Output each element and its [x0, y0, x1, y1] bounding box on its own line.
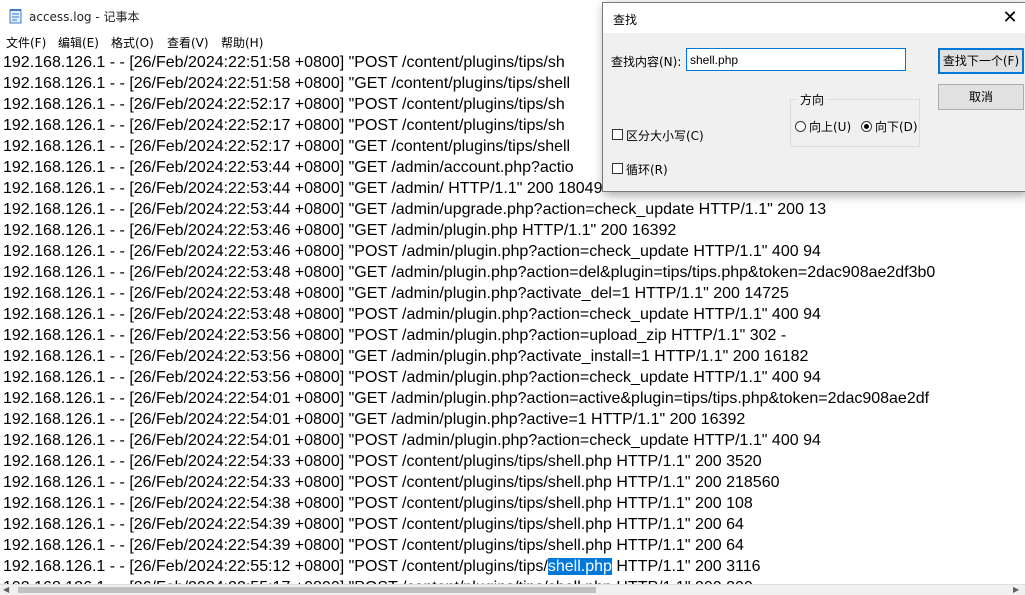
- find-dialog: 查找 ✕ 查找内容(N): 查找下一个(F) 取消 方向 向上(U) 向下(D)…: [602, 2, 1025, 192]
- direction-down-radio[interactable]: [861, 121, 872, 132]
- log-line: 192.168.126.1 - - [26/Feb/2024:22:53:56 …: [3, 327, 787, 344]
- log-line: 192.168.126.1 - - [26/Feb/2024:22:53:46 …: [3, 243, 821, 260]
- menu-format[interactable]: 格式(O): [111, 34, 154, 51]
- menu-file[interactable]: 文件(F): [6, 34, 46, 51]
- log-line: 192.168.126.1 - - [26/Feb/2024:22:53:48 …: [3, 264, 936, 281]
- find-what-label: 查找内容(N):: [611, 55, 682, 69]
- log-line: 192.168.126.1 - - [26/Feb/2024:22:54:01 …: [3, 390, 930, 407]
- wrap-around-checkbox[interactable]: [612, 163, 623, 174]
- menu-edit[interactable]: 编辑(E): [58, 34, 99, 51]
- cancel-button[interactable]: 取消: [938, 84, 1024, 110]
- window-title: access.log - 记事本: [29, 10, 140, 24]
- selected-text: shell.php: [547, 558, 612, 575]
- log-line: 192.168.126.1 - - [26/Feb/2024:22:54:33 …: [3, 453, 762, 470]
- match-case-checkbox[interactable]: [612, 129, 623, 140]
- log-line: 192.168.126.1 - - [26/Feb/2024:22:54:01 …: [3, 411, 746, 428]
- direction-down-label[interactable]: 向下(D): [875, 118, 918, 135]
- log-line: 192.168.126.1 - - [26/Feb/2024:22:53:56 …: [3, 369, 821, 386]
- scrollbar-thumb[interactable]: [18, 587, 596, 593]
- dialog-titlebar[interactable]: 查找 ✕: [603, 3, 1025, 33]
- wrap-around-label[interactable]: 循环(R): [626, 161, 668, 178]
- direction-label: 方向: [797, 91, 828, 108]
- log-line: 192.168.126.1 - - [26/Feb/2024:22:53:56 …: [3, 348, 809, 365]
- horizontal-scrollbar[interactable]: ◀ ▶: [0, 584, 1025, 595]
- match-case-label[interactable]: 区分大小写(C): [626, 127, 704, 144]
- log-line: 192.168.126.1 - - [26/Feb/2024:22:53:48 …: [3, 285, 789, 302]
- find-next-button[interactable]: 查找下一个(F): [938, 48, 1024, 74]
- log-line: 192.168.126.1 - - [26/Feb/2024:22:54:39 …: [3, 516, 744, 533]
- direction-up-radio[interactable]: [795, 121, 806, 132]
- log-line: 192.168.126.1 - - [26/Feb/2024:22:53:46 …: [3, 222, 677, 239]
- log-line: 192.168.126.1 - - [26/Feb/2024:22:54:38 …: [3, 495, 753, 512]
- log-line: 192.168.126.1 - - [26/Feb/2024:22:53:44 …: [3, 201, 827, 218]
- direction-group: 方向 向上(U) 向下(D): [790, 91, 920, 147]
- menu-view[interactable]: 查看(V): [167, 34, 209, 51]
- selected-line-before: 192.168.126.1 - - [26/Feb/2024:22:55:12 …: [3, 558, 548, 575]
- direction-up-label[interactable]: 向上(U): [809, 118, 851, 135]
- log-line: 192.168.126.1 - - [26/Feb/2024:22:54:01 …: [3, 432, 821, 449]
- notepad-icon: [9, 9, 22, 24]
- close-icon[interactable]: ✕: [995, 3, 1025, 33]
- dialog-title: 查找: [613, 13, 638, 27]
- log-line: 192.168.126.1 - - [26/Feb/2024:22:54:39 …: [3, 537, 744, 554]
- log-line: 192.168.126.1 - - [26/Feb/2024:22:53:48 …: [3, 306, 821, 323]
- menu-help[interactable]: 帮助(H): [221, 34, 263, 51]
- log-line: 192.168.126.1 - - [26/Feb/2024:22:54:33 …: [3, 474, 780, 491]
- log-line-selected: 192.168.126.1 - - [26/Feb/2024:22:55:12 …: [3, 556, 935, 577]
- find-what-input[interactable]: [686, 48, 906, 71]
- selected-line-after: HTTP/1.1" 200 3116: [611, 558, 761, 575]
